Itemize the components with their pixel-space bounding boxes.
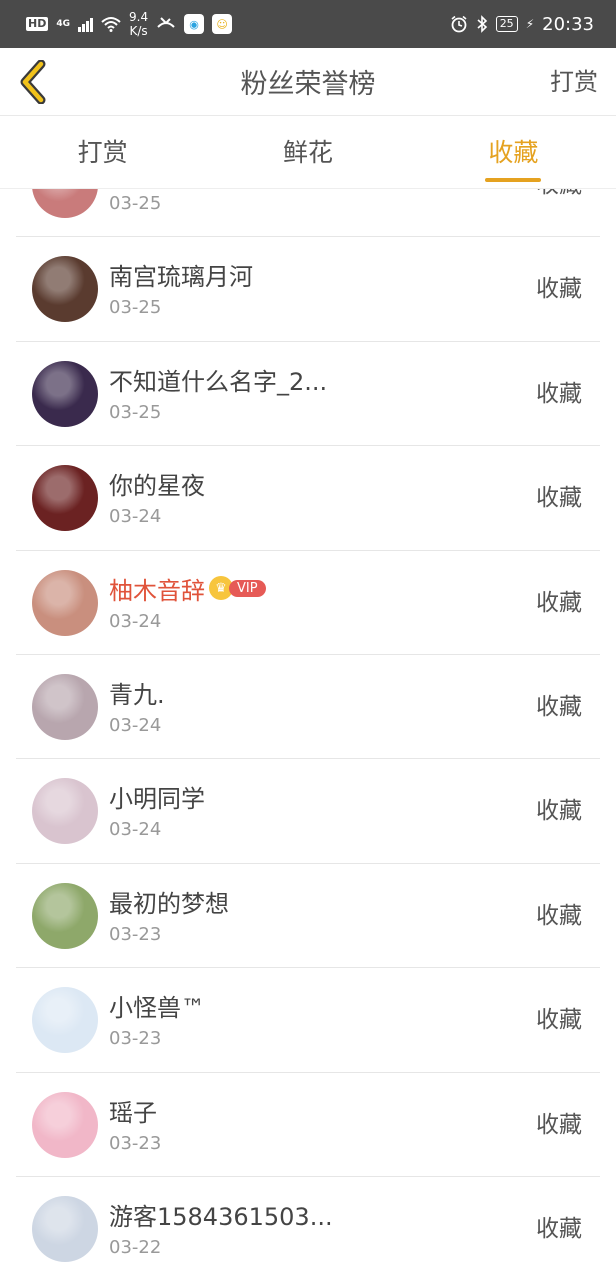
avatar[interactable] [32,1091,98,1158]
avatar[interactable] [32,360,98,427]
list-item[interactable]: 03-25 收藏 [16,189,600,238]
page-title: 粉丝荣誉榜 [240,69,376,100]
user-name-text: 游客1584361503... [109,1202,333,1231]
avatar[interactable] [32,465,98,532]
date-label: 03-23 [109,1132,162,1154]
user-name-text: 南宫琉璃月河 [109,263,253,292]
user-name[interactable]: 不知道什么名字_2... [109,362,327,397]
avatar[interactable] [32,882,98,949]
avatar[interactable] [32,778,98,845]
action-label: 收藏 [536,1215,582,1242]
network-type: 4G [56,19,70,29]
charging-icon: ⚡ [525,17,535,31]
action-label: 收藏 [536,380,582,407]
tab-label: 打赏 [77,138,128,167]
back-arrow-icon [20,60,46,104]
vip-badge: VIP [229,579,266,597]
speed-value: 9.4 [129,10,149,24]
action-label: 收藏 [536,902,582,929]
wifi-icon [101,17,121,32]
tab-label: 鲜花 [282,138,333,167]
user-name[interactable]: 南宫琉璃月河 [109,257,253,292]
action-label: 收藏 [536,485,582,512]
date-label: 03-23 [109,923,162,945]
avatar[interactable] [32,256,98,323]
alarm-icon [451,15,467,33]
network-speed: 9.4 K/s [129,10,148,38]
list-item[interactable]: 不知道什么名字_2... 03-25 收藏 [16,342,600,447]
list-item[interactable]: 最初的梦想 03-23 收藏 [16,864,600,969]
user-name[interactable]: 瑶子 [109,1093,157,1128]
clock: 20:33 [542,13,594,35]
date-label: 03-25 [109,297,162,319]
action-label: 收藏 [536,589,582,616]
user-name-text: 不知道什么名字_2... [109,367,328,396]
tab-collect[interactable]: 收藏 [411,117,616,188]
list-item[interactable]: 南宫琉璃月河 03-25 收藏 [16,237,600,342]
tab-reward[interactable]: 打赏 [0,117,205,188]
date-label: 03-24 [109,819,162,841]
list-item[interactable]: 游客1584361503... 03-22 收藏 [16,1177,600,1280]
avatar[interactable] [32,569,98,636]
date-label: 03-22 [109,1236,162,1258]
avatar[interactable] [32,673,98,740]
signal-icon [78,16,93,32]
bluetooth-icon [477,15,487,33]
hd-indicator: HD [26,17,49,31]
user-name-text: 小明同学 [109,785,205,814]
date-label: 03-24 [109,506,162,528]
missed-call-icon [157,17,175,28]
user-name[interactable]: 柚木音辞 ♛ VIP [109,571,266,606]
user-name-text: 柚木音辞 [109,576,205,605]
list-item[interactable]: 小明同学 03-24 收藏 [16,759,600,864]
list-item[interactable]: 青九. 03-24 收藏 [16,655,600,760]
user-name-text: 你的星夜 [109,472,205,501]
user-name[interactable]: 游客1584361503... [109,1197,333,1232]
user-name-text: 小怪兽™ [109,994,205,1023]
app-notification-icon: ◉ [184,14,205,34]
avatar[interactable] [32,1195,98,1262]
avatar[interactable] [32,987,98,1054]
action-label: 收藏 [536,693,582,720]
date-label: 03-24 [109,714,162,736]
fan-list[interactable]: 03-25收藏南宫琉璃月河03-25收藏不知道什么名字_2...03-25收藏你… [0,189,616,1280]
user-name[interactable]: 小明同学 [109,779,205,814]
list-item[interactable]: 瑶子 03-23 收藏 [16,1073,600,1177]
user-name[interactable]: 你的星夜 [109,466,205,501]
date-label: 03-24 [109,610,162,632]
reward-button[interactable]: 打赏 [550,48,598,116]
status-bar: HD 4G 9.4 K/s ◉ ☺ 25 ⚡ 20:33 [0,0,616,48]
list-item[interactable]: 小怪兽™ 03-23 收藏 [16,968,600,1073]
user-name[interactable]: 最初的梦想 [109,884,229,919]
speed-unit: K/s [129,24,148,38]
date-label: 03-25 [109,193,162,214]
user-name-text: 瑶子 [109,1098,157,1127]
action-label: 收藏 [536,189,582,237]
user-name-text: 青九. [109,680,165,709]
app-notification-icon: ☺ [212,14,233,34]
tab-label: 收藏 [488,138,539,167]
battery-icon: 25 [495,16,518,32]
tab-flowers[interactable]: 鲜花 [205,117,410,188]
active-tab-indicator [485,178,542,182]
list-item[interactable]: 柚木音辞 ♛ VIP 03-24 收藏 [16,551,600,655]
action-label: 收藏 [536,276,582,303]
back-button[interactable] [14,54,54,110]
user-name[interactable]: 小怪兽™ [109,988,205,1023]
tab-bar: 打赏 鲜花 收藏 [0,117,616,189]
user-name[interactable]: 青九. [109,675,165,710]
list-item[interactable]: 你的星夜 03-24 收藏 [16,446,600,551]
action-label: 收藏 [536,1111,582,1138]
date-label: 03-23 [109,1028,162,1050]
date-label: 03-25 [109,401,162,423]
top-navigation-bar: 粉丝荣誉榜 打赏 [0,48,616,116]
user-name-text: 最初的梦想 [109,889,229,918]
action-label: 收藏 [536,798,582,825]
avatar[interactable] [32,189,98,218]
action-label: 收藏 [536,1007,582,1034]
